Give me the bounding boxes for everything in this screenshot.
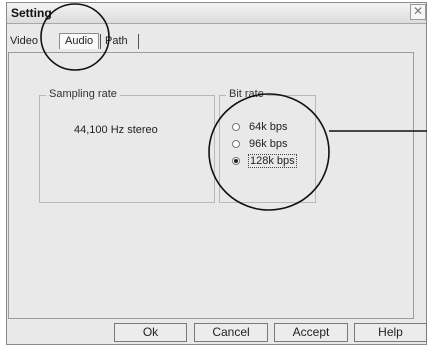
tab-separator	[100, 34, 101, 49]
radio-label: 96k bps	[249, 138, 288, 150]
audio-settings-panel: Sampling rate 44,100 Hz stereo Bit rate …	[8, 52, 414, 319]
close-icon[interactable]: ✕	[410, 4, 426, 20]
radio-button-selected[interactable]	[232, 157, 240, 165]
bit-rate-group: Bit rate 64k bps 96k bps 128k bps	[219, 88, 316, 203]
title-bar[interactable]: Setting ✕	[7, 3, 426, 24]
sampling-rate-label: Sampling rate	[46, 88, 120, 100]
radio-button[interactable]	[232, 123, 240, 131]
accept-button[interactable]: Accept	[274, 323, 348, 342]
radio-label: 64k bps	[249, 121, 288, 133]
tab-video[interactable]: Video	[10, 35, 38, 47]
sampling-rate-group: Sampling rate 44,100 Hz stereo	[39, 88, 215, 203]
cancel-button[interactable]: Cancel	[194, 323, 268, 342]
help-button[interactable]: Help	[354, 323, 427, 342]
bitrate-option-96k[interactable]: 96k bps	[232, 137, 289, 151]
tab-strip: Video Audio Path	[4, 33, 419, 51]
bitrate-option-64k[interactable]: 64k bps	[232, 120, 289, 134]
radio-label: 128k bps	[248, 154, 297, 168]
dialog-title: Setting	[11, 6, 52, 20]
tab-audio[interactable]: Audio	[59, 33, 100, 49]
ok-button[interactable]: Ok	[114, 323, 187, 342]
tab-path[interactable]: Path	[105, 35, 128, 47]
bitrate-option-128k[interactable]: 128k bps	[232, 154, 297, 168]
sampling-rate-value: 44,100 Hz stereo	[74, 124, 158, 136]
radio-button[interactable]	[232, 140, 240, 148]
tab-separator	[138, 34, 139, 49]
bit-rate-label: Bit rate	[226, 88, 267, 100]
